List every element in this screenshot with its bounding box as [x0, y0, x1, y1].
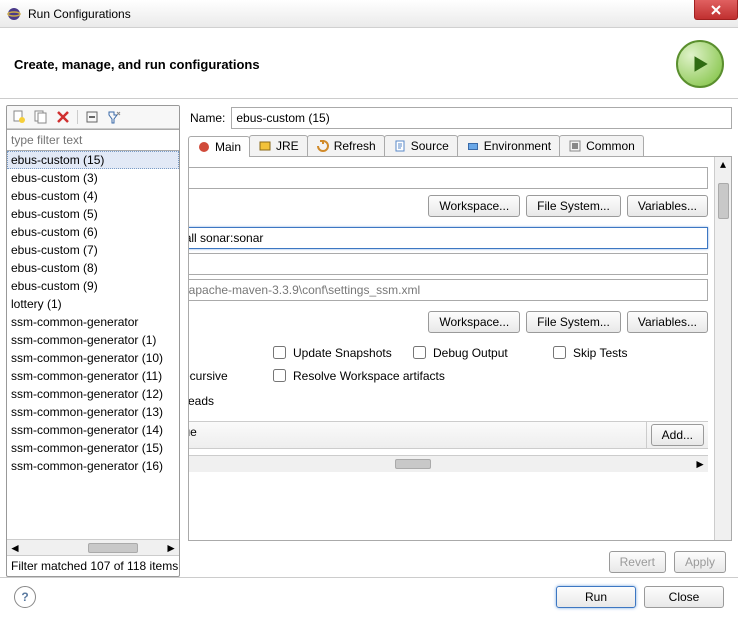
base-directory-field[interactable]: us-custom} [189, 167, 708, 189]
scroll-thumb[interactable] [88, 543, 138, 553]
tab-label: Common [586, 139, 635, 153]
name-label: Name: [190, 111, 225, 125]
apply-button[interactable]: Apply [674, 551, 726, 573]
details-pane: Name: Main JRE Refresh Source Environment Com… [184, 105, 738, 577]
tab-label: JRE [276, 139, 299, 153]
tab-jre[interactable]: JRE [249, 135, 308, 156]
help-icon[interactable]: ? [14, 586, 36, 608]
revert-button[interactable]: Revert [609, 551, 666, 573]
tree-toolbar [7, 106, 179, 129]
eclipse-icon [6, 6, 22, 22]
params-table-header: me Value Add... [189, 421, 708, 449]
filter-icon[interactable] [106, 109, 122, 125]
options-checkboxes: Offline Update Snapshots Debug Output Sk… [189, 343, 708, 385]
tab-source[interactable]: Source [384, 135, 458, 156]
scroll-left-icon[interactable]: ◄ [9, 541, 21, 555]
debug-output-checkbox[interactable]: Debug Output [409, 343, 549, 362]
name-input[interactable] [231, 107, 732, 129]
scroll-thumb[interactable] [718, 183, 729, 219]
new-icon[interactable] [11, 109, 27, 125]
tab-common[interactable]: Common [559, 135, 644, 156]
tree-item[interactable]: ssm-common-generator (14) [7, 421, 179, 439]
scroll-right-icon[interactable]: ► [165, 541, 177, 555]
tab-environment[interactable]: Environment [457, 135, 560, 156]
tree-item[interactable]: lottery (1) [7, 295, 179, 313]
tree-item[interactable]: ssm-common-generator (12) [7, 385, 179, 403]
offline-checkbox[interactable]: Offline [189, 343, 269, 362]
config-tree-pane: ebus-custom (15)ebus-custom (3)ebus-cust… [6, 105, 180, 577]
jre-tab-icon [258, 139, 272, 153]
run-icon-button[interactable] [676, 40, 724, 88]
tab-label: Refresh [334, 139, 376, 153]
separator [77, 110, 78, 124]
window-title: Run Configurations [28, 7, 131, 21]
tab-label: Environment [484, 139, 551, 153]
tab-refresh[interactable]: Refresh [307, 135, 385, 156]
tab-main[interactable]: Main [188, 136, 250, 157]
tree-item[interactable]: ssm-common-generator [7, 313, 179, 331]
tree-item[interactable]: ebus-custom (5) [7, 205, 179, 223]
goals-input[interactable] [189, 227, 708, 249]
tree-item[interactable]: ebus-custom (9) [7, 277, 179, 295]
resolve-workspace-checkbox[interactable]: Resolve Workspace artifacts [269, 366, 549, 385]
settings-path-field[interactable] [189, 279, 708, 301]
footer: ? Run Close [0, 577, 738, 618]
filter-status: Filter matched 107 of 118 items [7, 555, 179, 576]
panel-vertical-scrollbar[interactable]: ▴ [714, 157, 731, 540]
main-tab-icon [197, 140, 211, 154]
add-button[interactable]: Add... [651, 424, 704, 446]
filesystem-button-2[interactable]: File System... [526, 311, 621, 333]
collapse-all-icon[interactable] [84, 109, 100, 125]
run-button[interactable]: Run [556, 586, 636, 608]
update-snapshots-checkbox[interactable]: Update Snapshots [269, 343, 409, 362]
tree-item[interactable]: ebus-custom (6) [7, 223, 179, 241]
header-title: Create, manage, and run configurations [14, 57, 260, 72]
delete-icon[interactable] [55, 109, 71, 125]
variables-button-2[interactable]: Variables... [627, 311, 708, 333]
window-close-button[interactable] [694, 0, 738, 20]
scroll-up-icon[interactable]: ▴ [720, 157, 726, 171]
tree-item[interactable]: ebus-custom (8) [7, 259, 179, 277]
filter-input[interactable] [7, 129, 179, 151]
tree-item[interactable]: ssm-common-generator (13) [7, 403, 179, 421]
tree-item[interactable]: ebus-custom (3) [7, 169, 179, 187]
skip-tests-checkbox[interactable]: Skip Tests [549, 343, 689, 362]
scroll-right-icon[interactable]: ► [694, 457, 706, 471]
tree-item[interactable]: ebus-custom (4) [7, 187, 179, 205]
tree-item[interactable]: ssm-common-generator (10) [7, 349, 179, 367]
duplicate-icon[interactable] [33, 109, 49, 125]
tree-item[interactable]: ssm-common-generator (11) [7, 367, 179, 385]
tree-item[interactable]: ssm-common-generator (16) [7, 457, 179, 475]
workspace-button-2[interactable]: Workspace... [428, 311, 520, 333]
profiles-input[interactable] [189, 253, 708, 275]
filesystem-button[interactable]: File System... [526, 195, 621, 217]
title-bar: Run Configurations [0, 0, 738, 28]
tree-item[interactable]: ssm-common-generator (1) [7, 331, 179, 349]
main-tab-panel: us-custom} Workspace... File System... V… [188, 157, 732, 541]
common-tab-icon [568, 139, 582, 153]
tree-horizontal-scrollbar[interactable]: ◄ ► [7, 539, 179, 555]
tab-label: Source [411, 139, 449, 153]
source-tab-icon [393, 139, 407, 153]
tab-label: Main [215, 140, 241, 154]
close-button[interactable]: Close [644, 586, 724, 608]
tree-item[interactable]: ssm-common-generator (15) [7, 439, 179, 457]
non-recursive-checkbox[interactable]: Non-recursive [189, 366, 269, 385]
tab-bar: Main JRE Refresh Source Environment Common [188, 135, 732, 157]
col-value: Value [189, 422, 647, 448]
tree-item[interactable]: ebus-custom (7) [7, 241, 179, 259]
scroll-thumb[interactable] [395, 459, 431, 469]
workspace-button[interactable]: Workspace... [428, 195, 520, 217]
header: Create, manage, and run configurations [0, 28, 738, 98]
threads-label: Threads [189, 394, 214, 408]
refresh-tab-icon [316, 139, 330, 153]
panel-horizontal-scrollbar[interactable]: ◄ ► [189, 455, 708, 472]
variables-button[interactable]: Variables... [627, 195, 708, 217]
tree-item[interactable]: ebus-custom (15) [7, 151, 179, 169]
environment-tab-icon [466, 139, 480, 153]
config-tree[interactable]: ebus-custom (15)ebus-custom (3)ebus-cust… [7, 151, 179, 539]
